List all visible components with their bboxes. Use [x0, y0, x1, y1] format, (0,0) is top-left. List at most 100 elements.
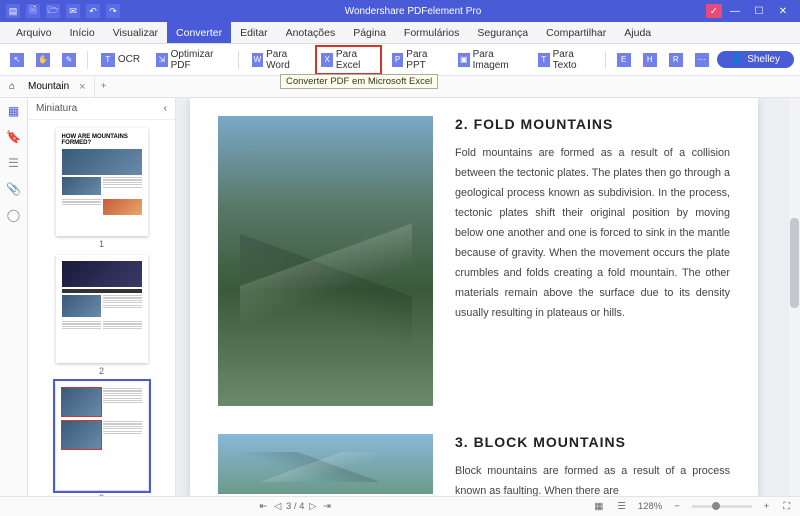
to-word-label: Para Word: [266, 49, 305, 71]
optimize-pdf-button[interactable]: ⇲Optimizar PDF: [150, 45, 231, 75]
menu-arquivo[interactable]: Arquivo: [0, 22, 61, 43]
notification-icon[interactable]: ✓: [706, 4, 722, 18]
status-bar: ⇤ ◁ 3 / 4 ▷ ⇥ ▦ ☰ 128% − + ⛶: [0, 496, 800, 516]
bookmarks-icon[interactable]: 🔖: [7, 130, 21, 144]
thumb-page-3[interactable]: 3: [56, 382, 148, 496]
menu-compartilhar[interactable]: Compartilhar: [537, 22, 615, 43]
thumb-2-num: 2: [56, 366, 148, 376]
title-bar: ▤ 🗎 🗁 ✉ ↶ ↷ Wondershare PDFelement Pro ✓…: [0, 0, 800, 22]
edit-tool[interactable]: ✎: [58, 49, 80, 71]
workspace: ▦ 🔖 ☰ 📎 ◯ Miniatura ‹ HOW ARE MOUNTAINS …: [0, 98, 800, 496]
select-tool[interactable]: ↖: [6, 49, 28, 71]
thumb-1-heading: HOW ARE MOUNTAINS FORMED?: [62, 134, 142, 146]
thumbnail-panel-title: Miniatura: [36, 103, 77, 114]
user-account-button[interactable]: 👤Shelley: [717, 51, 794, 68]
document-tab-label: Mountain: [28, 81, 69, 92]
more-convert-3[interactable]: R: [665, 49, 687, 71]
ocr-label: OCR: [118, 54, 140, 65]
add-tab-button[interactable]: +: [95, 81, 113, 92]
undo-icon[interactable]: ↶: [86, 4, 100, 18]
document-tab[interactable]: Mountain ×: [20, 76, 95, 97]
redo-icon[interactable]: ↷: [106, 4, 120, 18]
page-canvas: 2. FOLD MOUNTAINS Fold mountains are for…: [190, 98, 758, 496]
separator: [605, 51, 606, 69]
to-image-label: Para Imagem: [473, 49, 523, 71]
convert-toolbar: ↖ ✋ ✎ TOCR ⇲Optimizar PDF WPara Word XPa…: [0, 44, 800, 76]
menu-visualizar[interactable]: Visualizar: [104, 22, 167, 43]
open-file-icon[interactable]: 🗁: [46, 4, 60, 18]
thumb-page-2[interactable]: 2: [56, 255, 148, 376]
to-text-label: Para Texto: [553, 49, 592, 71]
section-3-title: 3. BLOCK MOUNTAINS: [455, 434, 730, 450]
menu-formularios[interactable]: Formulários: [395, 22, 468, 43]
zoom-value: 128%: [638, 501, 662, 512]
attachments-icon[interactable]: 📎: [7, 182, 21, 196]
nav-last-icon[interactable]: ⇥: [321, 501, 333, 512]
ppt-icon: P: [392, 53, 404, 67]
tab-close-icon[interactable]: ×: [79, 81, 85, 93]
edit-icon: ✎: [62, 53, 76, 67]
menu-editar[interactable]: Editar: [231, 22, 276, 43]
view-mode-list-icon[interactable]: ☰: [615, 501, 628, 512]
menu-converter[interactable]: Converter: [167, 22, 231, 43]
app-title: Wondershare PDFelement Pro: [120, 6, 706, 17]
more-convert-2[interactable]: H: [639, 49, 661, 71]
other-icon: ⋯: [695, 53, 709, 67]
nav-first-icon[interactable]: ⇤: [257, 501, 269, 512]
to-text-button[interactable]: TPara Texto: [532, 45, 598, 75]
zoom-out-icon[interactable]: −: [672, 501, 682, 512]
mail-icon[interactable]: ✉: [66, 4, 80, 18]
menu-pagina[interactable]: Página: [344, 22, 395, 43]
to-ppt-label: Para PPT: [406, 49, 442, 71]
optimize-label: Optimizar PDF: [171, 49, 225, 71]
more-convert-1[interactable]: E: [613, 49, 635, 71]
menu-inicio[interactable]: Início: [61, 22, 104, 43]
menu-ajuda[interactable]: Ajuda: [615, 22, 660, 43]
thumbnails-icon[interactable]: ▦: [7, 104, 21, 118]
to-ppt-button[interactable]: PPara PPT: [386, 45, 448, 75]
to-image-button[interactable]: ▣Para Imagem: [452, 45, 528, 75]
nav-next-icon[interactable]: ▷: [307, 501, 318, 512]
scroll-thumb[interactable]: [790, 218, 799, 308]
section-3-body: Block mountains are formed as a result o…: [455, 462, 730, 496]
epub-icon: E: [617, 53, 631, 67]
hand-icon: ✋: [36, 53, 50, 67]
maximize-button[interactable]: ☐: [748, 3, 770, 19]
image-icon: ▣: [458, 53, 470, 67]
ocr-button[interactable]: TOCR: [95, 49, 146, 71]
to-word-button[interactable]: WPara Word: [246, 45, 312, 75]
thumb-page-1[interactable]: HOW ARE MOUNTAINS FORMED? 1: [56, 128, 148, 249]
menu-seguranca[interactable]: Segurança: [468, 22, 537, 43]
panel-collapse-icon[interactable]: ‹: [164, 103, 167, 114]
view-mode-grid-icon[interactable]: ▦: [592, 501, 605, 512]
new-doc-icon[interactable]: 🗎: [26, 4, 40, 18]
separator: [87, 51, 88, 69]
figure-block-mountains: [218, 434, 433, 494]
figure-fold-mountains: [218, 116, 433, 406]
left-icon-rail: ▦ 🔖 ☰ 📎 ◯: [0, 98, 28, 496]
compress-icon: ⇲: [156, 53, 168, 67]
user-icon: 👤: [731, 54, 743, 65]
to-excel-button[interactable]: XPara Excel: [315, 45, 381, 75]
ocr-icon: T: [101, 53, 115, 67]
fit-screen-icon[interactable]: ⛶: [781, 501, 792, 512]
comments-icon[interactable]: ◯: [7, 208, 21, 222]
document-area[interactable]: 2. FOLD MOUNTAINS Fold mountains are for…: [176, 98, 800, 496]
app-logo-icon: ▤: [6, 4, 20, 18]
cursor-icon: ↖: [10, 53, 24, 67]
section-2-body: Fold mountains are formed as a result of…: [455, 144, 730, 324]
more-convert-4[interactable]: ⋯: [691, 49, 713, 71]
zoom-slider-thumb[interactable]: [712, 502, 720, 510]
search-panel-icon[interactable]: ☰: [7, 156, 21, 170]
minimize-button[interactable]: —: [724, 3, 746, 19]
hand-tool[interactable]: ✋: [32, 49, 54, 71]
word-icon: W: [252, 53, 264, 67]
nav-prev-icon[interactable]: ◁: [272, 501, 283, 512]
zoom-slider[interactable]: [692, 505, 752, 508]
vertical-scrollbar[interactable]: [789, 98, 800, 496]
home-icon[interactable]: ⌂: [4, 79, 20, 95]
zoom-in-icon[interactable]: +: [762, 501, 772, 512]
menu-anotacoes[interactable]: Anotações: [277, 22, 345, 43]
close-button[interactable]: ✕: [772, 3, 794, 19]
thumbnail-panel: Miniatura ‹ HOW ARE MOUNTAINS FORMED? 1: [28, 98, 176, 496]
